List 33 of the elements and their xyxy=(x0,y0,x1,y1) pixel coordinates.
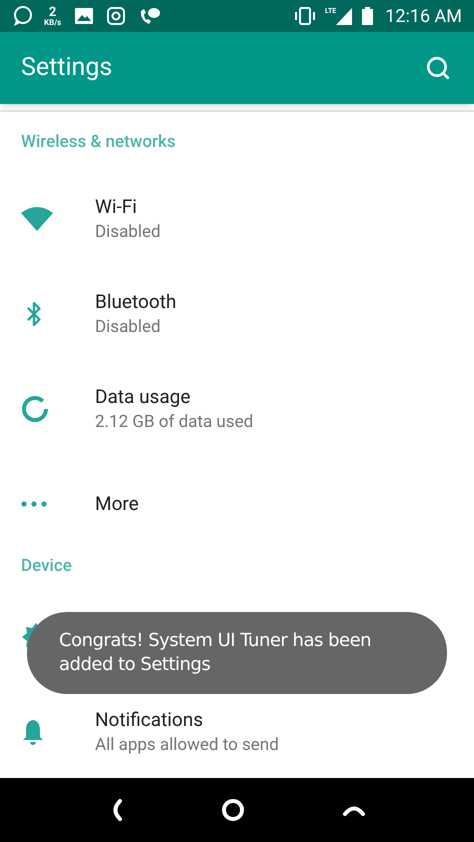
data-usage-icon xyxy=(21,395,49,423)
settings-item[interactable]: Bluetooth Disabled xyxy=(0,266,474,362)
item-title: Wi-Fi xyxy=(95,194,138,220)
item-subtitle: 2.12 GB of data used xyxy=(95,411,254,434)
item-title: Bluetooth xyxy=(95,289,176,315)
item-subtitle: Disabled xyxy=(95,221,161,244)
bell-icon xyxy=(21,718,45,746)
phone-chat-icon xyxy=(139,7,162,25)
camera-icon xyxy=(107,7,126,25)
wifi-icon xyxy=(21,207,53,231)
clock: 12:16 AM xyxy=(385,4,462,28)
settings-item[interactable]: Data usage 2.12 GB of data used xyxy=(0,362,474,456)
item-title: More xyxy=(95,491,139,517)
image-icon xyxy=(75,8,94,24)
signal-icon xyxy=(336,8,352,24)
settings-item[interactable]: Notifications All apps allowed to send xyxy=(0,684,474,779)
settings-item[interactable]: Wi-Fi Disabled xyxy=(0,172,474,266)
app-title: Settings xyxy=(21,52,114,84)
item-title: Data usage xyxy=(95,384,192,410)
item-title: Notifications xyxy=(95,706,204,732)
settings-item[interactable]: More xyxy=(0,456,474,552)
section-header: Wireless & networks xyxy=(20,131,177,154)
speed-unit: KB/s xyxy=(44,18,62,26)
battery-icon xyxy=(362,7,374,25)
chat-bubble-icon xyxy=(12,5,34,27)
section-header: Device xyxy=(20,554,73,578)
item-subtitle: Disabled xyxy=(95,316,162,339)
toast-message: Congrats! System UI Tuner has been added to Settings xyxy=(59,629,372,677)
more-icon xyxy=(21,501,47,507)
speed-value: 2 xyxy=(48,6,56,18)
home-button[interactable] xyxy=(220,798,245,822)
item-subtitle: All apps allowed to send xyxy=(95,734,279,756)
vibrate-icon xyxy=(292,7,317,25)
